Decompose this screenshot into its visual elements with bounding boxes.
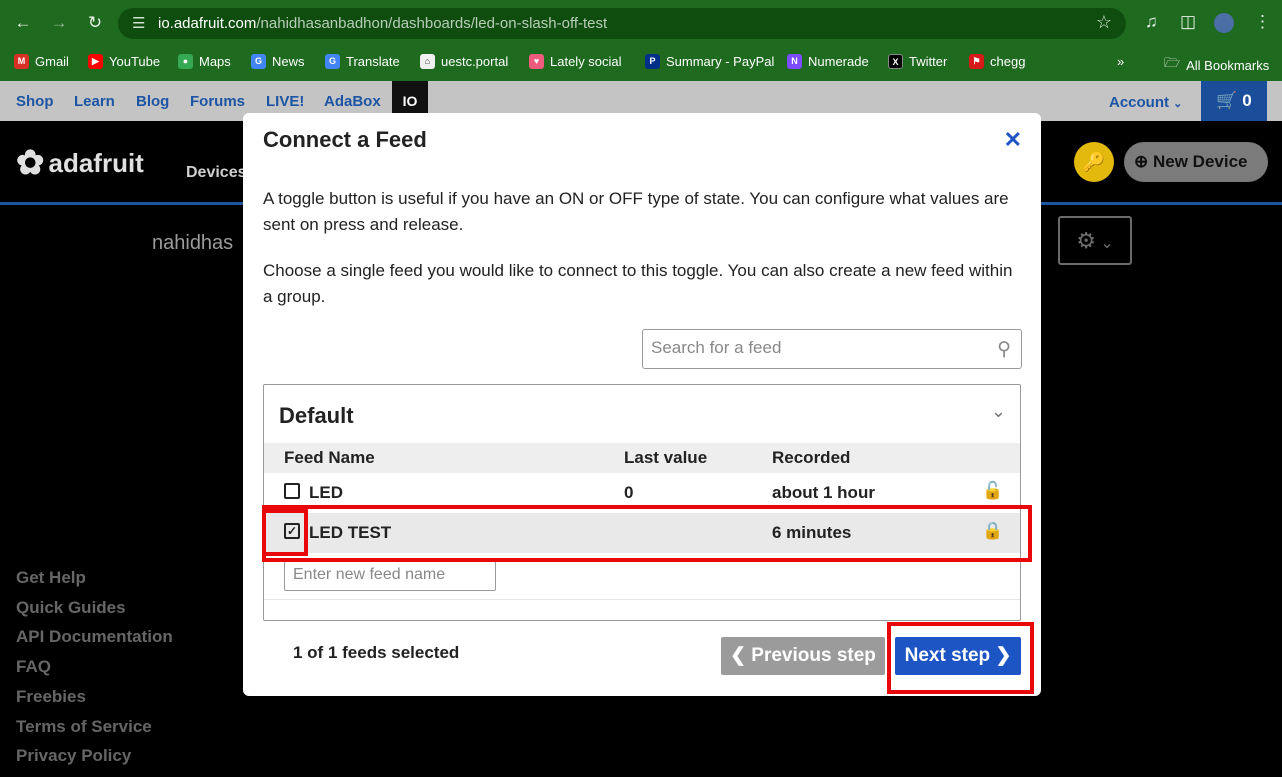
flag-icon: ⚑ <box>969 54 984 69</box>
news-icon: G <box>251 54 266 69</box>
all-bookmarks[interactable]: 🗁 All Bookmarks <box>1164 54 1269 76</box>
nav-shop[interactable]: Shop <box>16 93 54 110</box>
home-icon: ⌂ <box>420 54 435 69</box>
bookmark-numerade[interactable]: N Numerade <box>787 54 869 69</box>
column-recorded: Recorded <box>772 448 851 467</box>
gear-icon: ⚙ <box>1076 228 1096 253</box>
previous-step-button[interactable]: ❮ Previous step <box>721 637 885 675</box>
feed-group: Default ⌄ Feed Name Last value Recorded … <box>263 384 1021 621</box>
nav-learn[interactable]: Learn <box>74 93 115 110</box>
feed-recorded: 6 minutes <box>772 523 852 542</box>
bookmark-twitter[interactable]: X Twitter <box>888 54 947 69</box>
nav-forums[interactable]: Forums <box>190 93 245 110</box>
divider <box>264 599 1020 600</box>
media-control-icon[interactable]: ♫ <box>1145 12 1158 32</box>
footer-quick-guides[interactable]: Quick Guides <box>16 598 126 618</box>
column-feed-name: Feed Name <box>284 448 375 467</box>
feed-checkbox[interactable] <box>284 483 300 499</box>
youtube-icon: ▶ <box>88 54 103 69</box>
paypal-icon: P <box>645 54 660 69</box>
site-info-icon[interactable]: ☰ <box>132 14 145 32</box>
bookmark-maps[interactable]: ● Maps <box>178 54 231 69</box>
profile-avatar[interactable] <box>1214 13 1234 33</box>
footer-freebies[interactable]: Freebies <box>16 687 86 707</box>
nav-blog[interactable]: Blog <box>136 93 169 110</box>
adafruit-logo[interactable]: ✿ adafruit <box>16 143 144 183</box>
chevron-left-icon: ❮ <box>730 645 747 666</box>
nav-devices[interactable]: Devices <box>186 164 247 182</box>
connect-feed-dialog: Connect a Feed ✕ A toggle button is usef… <box>243 113 1041 696</box>
bookmark-youtube[interactable]: ▶ YouTube <box>88 54 160 69</box>
bookmark-uestc[interactable]: ⌂ uestc.portal <box>420 54 508 69</box>
table-row[interactable]: ✓ LED TEST 6 minutes 🔒 <box>264 513 1020 553</box>
bookmark-news[interactable]: G News <box>251 54 305 69</box>
dialog-title: Connect a Feed <box>263 127 427 152</box>
lock-icon: 🔒 <box>982 521 1004 540</box>
feed-checkbox-checked[interactable]: ✓ <box>284 523 300 539</box>
chevron-right-icon: ❯ <box>995 645 1012 666</box>
bookmark-gmail[interactable]: M Gmail <box>14 54 69 69</box>
cart-icon: 🛒 <box>1216 91 1238 110</box>
url-text: io.adafruit.com/nahidhasanbadhon/dashboa… <box>158 15 608 32</box>
group-name: Default <box>279 403 354 428</box>
search-icon[interactable]: ⚲ <box>997 338 1011 361</box>
column-last-value: Last value <box>624 448 708 467</box>
footer-faq[interactable]: FAQ <box>16 657 51 677</box>
bookmark-lately[interactable]: ♥ Lately social <box>529 54 622 69</box>
bookmark-translate[interactable]: G Translate <box>325 54 400 69</box>
folder-icon: 🗁 <box>1164 55 1181 70</box>
nav-live[interactable]: LIVE! <box>266 93 304 110</box>
footer-api-docs[interactable]: API Documentation <box>16 627 173 647</box>
unlock-icon: 🔓 <box>982 481 1004 500</box>
chevron-down-icon: ⌄ <box>1173 98 1183 110</box>
new-device-button[interactable]: ⊕ New Device <box>1124 142 1268 182</box>
feed-name: LED TEST <box>309 523 392 542</box>
forward-icon[interactable]: → <box>48 12 70 34</box>
browser-toolbar: ← → ↻ ☰ io.adafruit.com/nahidhasanbadhon… <box>0 0 1282 46</box>
table-header: Feed Name Last value Recorded <box>264 443 1020 473</box>
feed-name: LED <box>309 483 343 502</box>
selection-count: 1 of 1 feeds selected <box>293 643 460 662</box>
cart-button[interactable]: 🛒 0 <box>1201 81 1267 121</box>
bookmark-paypal[interactable]: P Summary - PayPal <box>645 54 774 69</box>
footer-get-help[interactable]: Get Help <box>16 568 86 588</box>
numerade-icon: N <box>787 54 802 69</box>
feed-last-value: 0 <box>624 483 634 502</box>
feed-search: ⚲ <box>642 329 1022 369</box>
dialog-instructions: Choose a single feed you would like to c… <box>263 261 1013 306</box>
table-row[interactable]: LED 0 about 1 hour 🔓 <box>264 473 1020 513</box>
plus-circle-icon: ⊕ <box>1134 152 1149 171</box>
heart-icon: ♥ <box>529 54 544 69</box>
footer-privacy[interactable]: Privacy Policy <box>16 746 131 766</box>
chevron-down-icon: ⌄ <box>1095 235 1114 252</box>
translate-icon: G <box>325 54 340 69</box>
dialog-description: A toggle button is useful if you have an… <box>263 189 1009 234</box>
more-bookmarks-icon[interactable]: » <box>1117 54 1124 69</box>
new-feed-input[interactable] <box>293 562 493 588</box>
address-bar[interactable]: ☰ io.adafruit.com/nahidhasanbadhon/dashb… <box>118 8 1126 39</box>
footer-terms[interactable]: Terms of Service <box>16 717 152 737</box>
back-icon[interactable]: ← <box>12 12 34 34</box>
menu-kebab-icon[interactable]: ⋮ <box>1254 12 1271 32</box>
bookmark-chegg[interactable]: ⚑ chegg <box>969 54 1025 69</box>
next-step-button[interactable]: Next step ❯ <box>895 637 1021 675</box>
reload-icon[interactable]: ↻ <box>84 12 106 34</box>
chevron-down-icon[interactable]: ⌄ <box>991 401 1006 422</box>
bookmarks-bar: M Gmail ▶ YouTube ● Maps G News G Translate ⌂… <box>0 46 1282 81</box>
nav-adabox[interactable]: AdaBox <box>324 93 381 110</box>
side-panel-icon[interactable]: ◫ <box>1180 12 1196 32</box>
flower-logo-icon: ✿ <box>16 144 45 182</box>
search-input[interactable] <box>651 330 981 366</box>
feed-recorded: about 1 hour <box>772 483 875 502</box>
bookmark-star-icon[interactable]: ☆ <box>1096 12 1112 33</box>
account-menu[interactable]: Account ⌄ <box>1109 94 1182 111</box>
maps-icon: ● <box>178 54 193 69</box>
new-feed-field <box>284 561 496 591</box>
dashboard-owner: nahidhas <box>152 232 234 254</box>
key-icon[interactable]: 🔑 <box>1074 142 1114 182</box>
gmail-icon: M <box>14 54 29 69</box>
close-icon[interactable]: ✕ <box>1004 127 1022 153</box>
x-icon: X <box>888 54 903 69</box>
dashboard-settings-button[interactable]: ⚙ ⌄ <box>1058 216 1132 265</box>
